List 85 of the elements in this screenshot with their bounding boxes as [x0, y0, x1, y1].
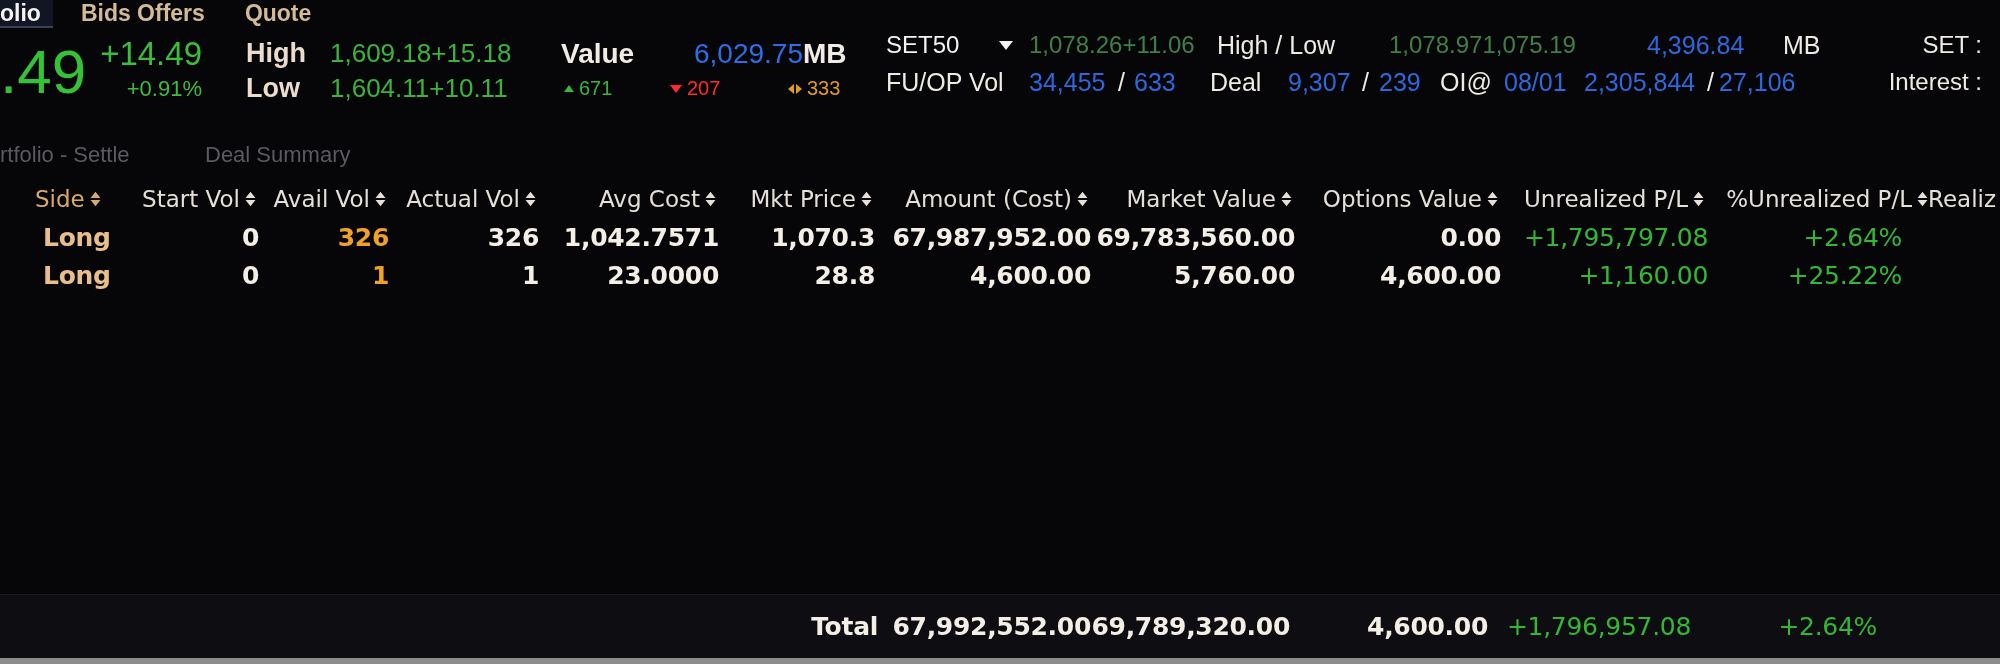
- deal-label: Deal: [1210, 67, 1262, 97]
- up-triangle-icon: [564, 85, 574, 92]
- total-cell: 69,789,320.00: [1091, 612, 1290, 641]
- table-cell: 0: [241, 260, 259, 290]
- table-cell: 28.8: [814, 260, 875, 290]
- tab[interactable]: olio: [0, 0, 53, 28]
- table-cell: 0.00: [1440, 222, 1501, 252]
- table-cell: 1,042.7571: [563, 222, 719, 252]
- column-header[interactable]: Options Value: [1322, 186, 1498, 212]
- index-last-price: .49: [0, 41, 88, 103]
- table-cell: Long: [43, 222, 111, 252]
- advancing-count: 671: [579, 77, 613, 100]
- session-low: 1,075.19: [1482, 31, 1576, 59]
- column-header[interactable]: Side: [35, 186, 101, 212]
- table-cell: +2.64%: [1803, 222, 1902, 252]
- column-header[interactable]: %Unrealized P/L: [1726, 186, 1928, 212]
- value-label: Value: [561, 37, 635, 70]
- set50-value-amount: 4,396.84: [1647, 30, 1745, 60]
- column-header[interactable]: Amount (Cost): [905, 186, 1088, 212]
- tab[interactable]: Bids Offers: [80, 0, 217, 28]
- down-triangle-icon: [670, 84, 682, 93]
- futures-open-interest: 2,305,844: [1584, 67, 1696, 97]
- high-low-label: High / Low: [1217, 30, 1336, 60]
- index-change-percent: +0.91%: [126, 75, 202, 103]
- options-open-interest: 27,106: [1719, 67, 1796, 97]
- left-right-triangles-icon: [788, 83, 802, 94]
- total-label: Total: [811, 612, 878, 641]
- total-cell: +2.64%: [1778, 612, 1877, 641]
- table-cell: 1: [371, 260, 389, 290]
- total-cell: 4,600.00: [1367, 612, 1488, 641]
- table-cell: +1,160.00: [1578, 260, 1708, 290]
- market-label: Interest :: [1888, 67, 1982, 97]
- column-header[interactable]: Unrealized P/L: [1524, 186, 1704, 212]
- index-change: +14.49: [100, 36, 202, 71]
- column-header[interactable]: Market Value: [1126, 186, 1292, 212]
- table-cell: 326: [487, 222, 539, 252]
- declining-count: 207: [687, 77, 721, 100]
- total-cell: +1,796,957.08: [1506, 612, 1691, 641]
- table-cell: +25.22%: [1787, 260, 1902, 290]
- high-change: +15.18: [431, 38, 512, 69]
- index-dropdown[interactable]: SET50: [886, 31, 1013, 59]
- table-cell: 4,600.00: [970, 260, 1091, 290]
- column-header[interactable]: Realiz: [1928, 186, 1997, 212]
- futures-volume: 34,455: [1029, 67, 1106, 97]
- set50-change: +11.06: [1122, 31, 1195, 59]
- slash-separator: /: [1362, 67, 1369, 97]
- table-cell: Long: [43, 260, 111, 290]
- table-cell: 23.0000: [607, 260, 719, 290]
- slash-separator: /: [1707, 67, 1714, 97]
- table-cell: 326: [337, 222, 389, 252]
- high-label: High: [246, 38, 306, 69]
- column-header[interactable]: Start Vol: [142, 186, 256, 212]
- table-cell: 69,783,560.00: [1096, 222, 1295, 252]
- value-unit: MB: [1783, 30, 1821, 60]
- futures-deals: 9,307: [1288, 67, 1351, 97]
- total-cell: 67,992,552.00: [892, 612, 1091, 641]
- slash-separator: /: [1118, 67, 1125, 97]
- low-change: +10.11: [429, 73, 508, 104]
- column-header[interactable]: Actual Vol: [406, 186, 536, 212]
- column-header[interactable]: Mkt Price: [750, 186, 872, 212]
- table-cell: 1: [521, 260, 539, 290]
- fu-op-vol-label: FU/OP Vol: [886, 67, 1004, 97]
- table-cell: 1,070.3: [771, 222, 875, 252]
- table-cell: 67,987,952.00: [892, 222, 1091, 252]
- table-cell: 0: [241, 222, 259, 252]
- options-deals: 239: [1379, 67, 1421, 97]
- column-header[interactable]: Avail Vol: [273, 186, 386, 212]
- low-value: 1,604.11: [330, 73, 430, 104]
- session-high: 1,078.97: [1389, 31, 1483, 59]
- caret-icon: [999, 40, 1013, 50]
- value-amount: 6,029.75: [694, 37, 803, 70]
- column-header[interactable]: Avg Cost: [598, 186, 716, 212]
- unchanged-count: 333: [807, 77, 841, 100]
- table-cell: +1,795,797.08: [1523, 222, 1708, 252]
- high-value: 1,609.18: [330, 38, 432, 69]
- set50-last: 1,078.26: [1029, 31, 1123, 59]
- open-interest-label: OI@: [1440, 67, 1492, 97]
- low-label: Low: [246, 73, 300, 104]
- options-volume: 633: [1134, 67, 1176, 97]
- table-cell: 4,600.00: [1380, 260, 1501, 290]
- open-interest-date: 08/01: [1504, 67, 1567, 97]
- value-unit: MB: [803, 37, 847, 70]
- tab[interactable]: Quote: [244, 0, 324, 28]
- table-cell: 5,760.00: [1174, 260, 1295, 290]
- market-label: SET :: [1922, 30, 1982, 60]
